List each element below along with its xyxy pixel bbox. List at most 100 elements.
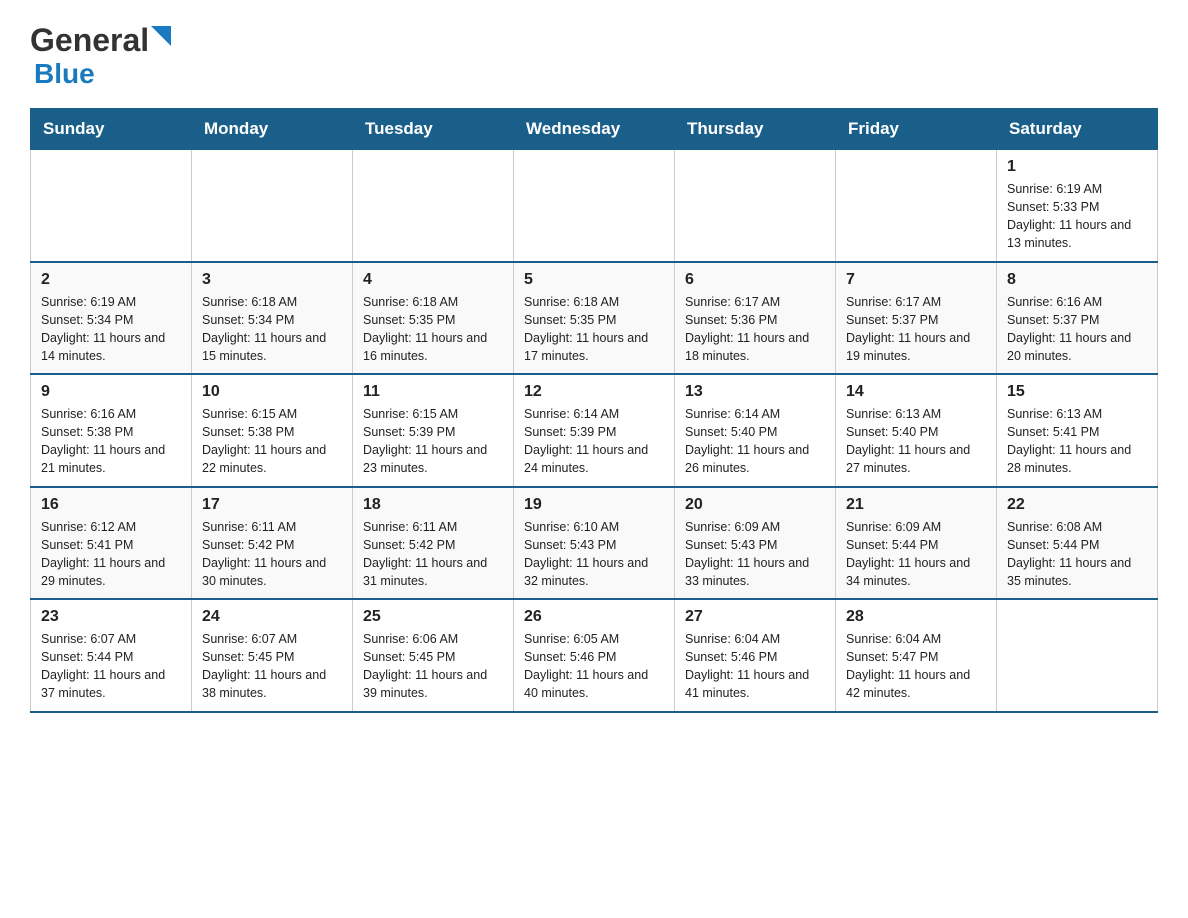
calendar-cell: 6 Sunrise: 6:17 AM Sunset: 5:36 PM Daylig…: [675, 262, 836, 375]
calendar-table: SundayMondayTuesdayWednesdayThursdayFrid…: [30, 108, 1158, 713]
day-header-friday: Friday: [836, 109, 997, 150]
calendar-cell: [353, 150, 514, 262]
day-number: 1: [1007, 158, 1147, 176]
calendar-week-5: 23 Sunrise: 6:07 AM Sunset: 5:44 PM Dayli…: [31, 599, 1158, 712]
calendar-week-4: 16Sunrise: 6:12 AM Sunset: 5:41 PM Dayli…: [31, 487, 1158, 600]
day-info: Sunrise: 6:16 AM Sunset: 5:38 PM Dayligh…: [41, 405, 181, 478]
day-number: 2: [41, 271, 181, 289]
day-number: 5: [524, 271, 664, 289]
day-number: 22: [1007, 496, 1147, 514]
calendar-cell: 28 Sunrise: 6:04 AM Sunset: 5:47 PM Dayli…: [836, 599, 997, 712]
day-number: 27: [685, 608, 825, 626]
day-number: 3: [202, 271, 342, 289]
calendar-cell: 9 Sunrise: 6:16 AM Sunset: 5:38 PM Daylig…: [31, 374, 192, 487]
calendar-cell: 25 Sunrise: 6:06 AM Sunset: 5:45 PM Dayli…: [353, 599, 514, 712]
day-header-tuesday: Tuesday: [353, 109, 514, 150]
calendar-cell: 11 Sunrise: 6:15 AM Sunset: 5:39 PM Dayli…: [353, 374, 514, 487]
day-number: 23: [41, 608, 181, 626]
day-info: Sunrise: 6:11 AM Sunset: 5:42 PM Dayligh…: [202, 518, 342, 591]
calendar-cell: [997, 599, 1158, 712]
calendar-cell: 24 Sunrise: 6:07 AM Sunset: 5:45 PM Dayli…: [192, 599, 353, 712]
calendar-week-2: 2 Sunrise: 6:19 AM Sunset: 5:34 PM Daylig…: [31, 262, 1158, 375]
calendar-cell: 17 Sunrise: 6:11 AM Sunset: 5:42 PM Dayli…: [192, 487, 353, 600]
calendar-cell: 4 Sunrise: 6:18 AM Sunset: 5:35 PM Daylig…: [353, 262, 514, 375]
calendar-cell: [836, 150, 997, 262]
calendar-cell: [31, 150, 192, 262]
day-header-saturday: Saturday: [997, 109, 1158, 150]
calendar-cell: 16Sunrise: 6:12 AM Sunset: 5:41 PM Dayli…: [31, 487, 192, 600]
day-number: 17: [202, 496, 342, 514]
calendar-header-row: SundayMondayTuesdayWednesdayThursdayFrid…: [31, 109, 1158, 150]
day-info: Sunrise: 6:04 AM Sunset: 5:46 PM Dayligh…: [685, 630, 825, 703]
day-number: 18: [363, 496, 503, 514]
logo-general-text: General: [30, 24, 149, 56]
day-info: Sunrise: 6:13 AM Sunset: 5:40 PM Dayligh…: [846, 405, 986, 478]
day-info: Sunrise: 6:19 AM Sunset: 5:34 PM Dayligh…: [41, 293, 181, 366]
logo-blue-text: Blue: [34, 58, 95, 90]
day-number: 13: [685, 383, 825, 401]
day-info: Sunrise: 6:08 AM Sunset: 5:44 PM Dayligh…: [1007, 518, 1147, 591]
calendar-cell: 7 Sunrise: 6:17 AM Sunset: 5:37 PM Daylig…: [836, 262, 997, 375]
day-info: Sunrise: 6:07 AM Sunset: 5:44 PM Dayligh…: [41, 630, 181, 703]
calendar-cell: 10Sunrise: 6:15 AM Sunset: 5:38 PM Dayli…: [192, 374, 353, 487]
day-number: 9: [41, 383, 181, 401]
day-number: 26: [524, 608, 664, 626]
day-number: 14: [846, 383, 986, 401]
calendar-cell: [192, 150, 353, 262]
day-info: Sunrise: 6:15 AM Sunset: 5:39 PM Dayligh…: [363, 405, 503, 478]
day-info: Sunrise: 6:12 AM Sunset: 5:41 PM Dayligh…: [41, 518, 181, 591]
calendar-cell: 23 Sunrise: 6:07 AM Sunset: 5:44 PM Dayli…: [31, 599, 192, 712]
calendar-cell: 15Sunrise: 6:13 AM Sunset: 5:41 PM Dayli…: [997, 374, 1158, 487]
day-header-thursday: Thursday: [675, 109, 836, 150]
calendar-cell: 19Sunrise: 6:10 AM Sunset: 5:43 PM Dayli…: [514, 487, 675, 600]
logo: General Blue: [30, 24, 179, 90]
day-info: Sunrise: 6:18 AM Sunset: 5:35 PM Dayligh…: [363, 293, 503, 366]
day-info: Sunrise: 6:15 AM Sunset: 5:38 PM Dayligh…: [202, 405, 342, 478]
day-number: 20: [685, 496, 825, 514]
day-info: Sunrise: 6:14 AM Sunset: 5:40 PM Dayligh…: [685, 405, 825, 478]
day-info: Sunrise: 6:09 AM Sunset: 5:44 PM Dayligh…: [846, 518, 986, 591]
day-number: 21: [846, 496, 986, 514]
day-info: Sunrise: 6:07 AM Sunset: 5:45 PM Dayligh…: [202, 630, 342, 703]
day-number: 11: [363, 383, 503, 401]
calendar-cell: 3Sunrise: 6:18 AM Sunset: 5:34 PM Daylig…: [192, 262, 353, 375]
day-number: 25: [363, 608, 503, 626]
day-info: Sunrise: 6:09 AM Sunset: 5:43 PM Dayligh…: [685, 518, 825, 591]
calendar-cell: 27 Sunrise: 6:04 AM Sunset: 5:46 PM Dayli…: [675, 599, 836, 712]
day-info: Sunrise: 6:04 AM Sunset: 5:47 PM Dayligh…: [846, 630, 986, 703]
day-info: Sunrise: 6:18 AM Sunset: 5:35 PM Dayligh…: [524, 293, 664, 366]
day-info: Sunrise: 6:05 AM Sunset: 5:46 PM Dayligh…: [524, 630, 664, 703]
calendar-cell: 1 Sunrise: 6:19 AM Sunset: 5:33 PM Daylig…: [997, 150, 1158, 262]
day-header-sunday: Sunday: [31, 109, 192, 150]
calendar-cell: 8Sunrise: 6:16 AM Sunset: 5:37 PM Daylig…: [997, 262, 1158, 375]
day-number: 12: [524, 383, 664, 401]
day-header-wednesday: Wednesday: [514, 109, 675, 150]
day-number: 15: [1007, 383, 1147, 401]
day-number: 7: [846, 271, 986, 289]
calendar-cell: 2 Sunrise: 6:19 AM Sunset: 5:34 PM Daylig…: [31, 262, 192, 375]
calendar-cell: 20 Sunrise: 6:09 AM Sunset: 5:43 PM Dayli…: [675, 487, 836, 600]
calendar-week-1: 1 Sunrise: 6:19 AM Sunset: 5:33 PM Daylig…: [31, 150, 1158, 262]
day-number: 24: [202, 608, 342, 626]
calendar-cell: 13 Sunrise: 6:14 AM Sunset: 5:40 PM Dayli…: [675, 374, 836, 487]
day-info: Sunrise: 6:17 AM Sunset: 5:36 PM Dayligh…: [685, 293, 825, 366]
day-info: Sunrise: 6:19 AM Sunset: 5:33 PM Dayligh…: [1007, 180, 1147, 253]
day-number: 6: [685, 271, 825, 289]
calendar-cell: [675, 150, 836, 262]
day-number: 4: [363, 271, 503, 289]
day-info: Sunrise: 6:11 AM Sunset: 5:42 PM Dayligh…: [363, 518, 503, 591]
calendar-week-3: 9 Sunrise: 6:16 AM Sunset: 5:38 PM Daylig…: [31, 374, 1158, 487]
day-info: Sunrise: 6:17 AM Sunset: 5:37 PM Dayligh…: [846, 293, 986, 366]
day-info: Sunrise: 6:14 AM Sunset: 5:39 PM Dayligh…: [524, 405, 664, 478]
calendar-cell: 21 Sunrise: 6:09 AM Sunset: 5:44 PM Dayli…: [836, 487, 997, 600]
calendar-cell: 12 Sunrise: 6:14 AM Sunset: 5:39 PM Dayli…: [514, 374, 675, 487]
logo-arrow-icon: [151, 26, 179, 54]
day-info: Sunrise: 6:16 AM Sunset: 5:37 PM Dayligh…: [1007, 293, 1147, 366]
day-header-monday: Monday: [192, 109, 353, 150]
calendar-cell: 22 Sunrise: 6:08 AM Sunset: 5:44 PM Dayli…: [997, 487, 1158, 600]
day-info: Sunrise: 6:10 AM Sunset: 5:43 PM Dayligh…: [524, 518, 664, 591]
calendar-cell: 18 Sunrise: 6:11 AM Sunset: 5:42 PM Dayli…: [353, 487, 514, 600]
day-info: Sunrise: 6:06 AM Sunset: 5:45 PM Dayligh…: [363, 630, 503, 703]
calendar-cell: 5 Sunrise: 6:18 AM Sunset: 5:35 PM Daylig…: [514, 262, 675, 375]
day-number: 28: [846, 608, 986, 626]
